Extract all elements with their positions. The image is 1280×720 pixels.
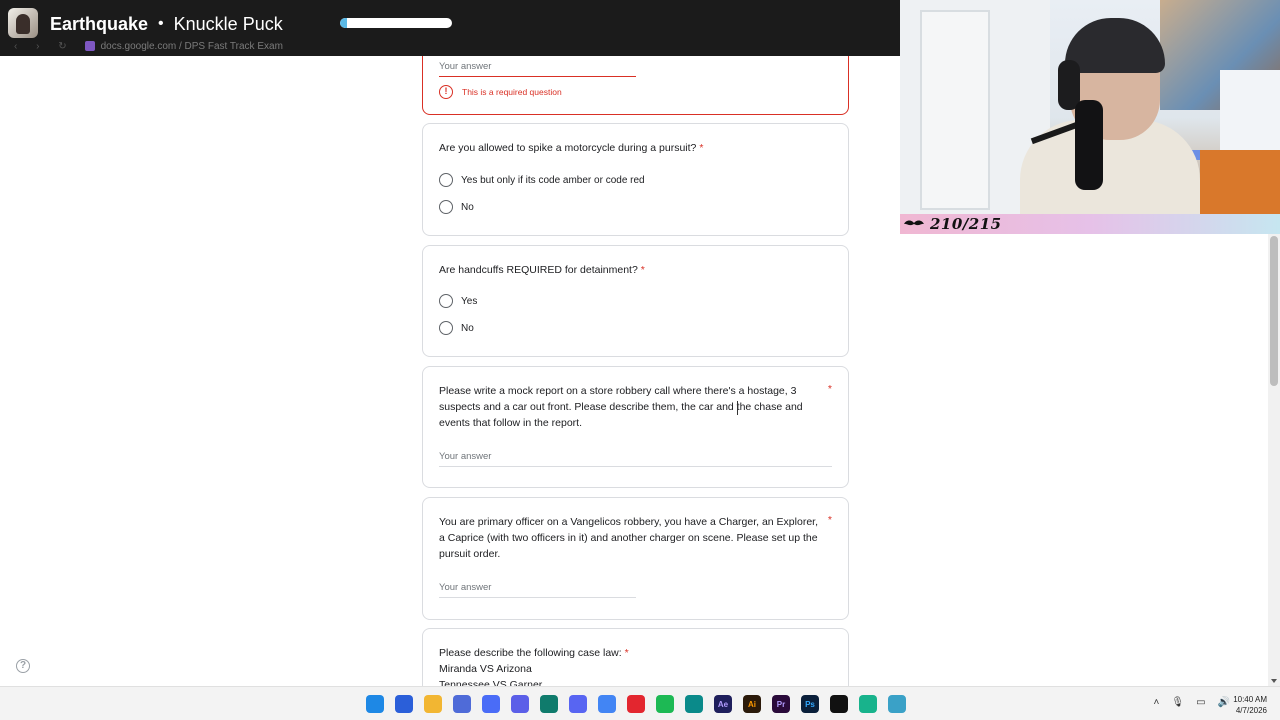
required-error: ! This is a required question — [439, 85, 562, 99]
network-icon[interactable]: ▭ — [1196, 697, 1205, 708]
browser-2-icon[interactable] — [888, 695, 906, 713]
song-progress-fill — [340, 18, 347, 28]
photoshop-icon[interactable]: Ps — [801, 695, 819, 713]
radio-button[interactable] — [439, 200, 453, 214]
question-card-pursuit: You are primary officer on a Vangelicos … — [422, 497, 849, 620]
goal-counter-text: 210/215 — [930, 215, 1002, 233]
nav-controls-icon[interactable]: ‹ › ↻ — [14, 41, 75, 52]
required-error-text: This is a required question — [462, 87, 562, 97]
previous-question-card: Your answer ! This is a required questio… — [422, 46, 849, 115]
radio-option[interactable]: No — [439, 321, 474, 335]
spotify-icon[interactable] — [656, 695, 674, 713]
clock-date: 4/7/2026 — [1235, 706, 1267, 715]
now-playing-text: Earthquake • Knuckle Puck — [50, 12, 283, 36]
chevron-up-icon[interactable]: ˄ — [1154, 697, 1160, 708]
now-playing-overlay: Earthquake • Knuckle Puck ‹ › ↻ docs.goo… — [0, 0, 900, 56]
premiere-icon[interactable]: Pr — [772, 695, 790, 713]
required-asterisk: * — [827, 514, 832, 526]
clock[interactable]: 10:40 AM 4/7/2026 — [1233, 694, 1267, 716]
after-effects-icon[interactable]: Ae — [714, 695, 732, 713]
report-answer-input[interactable]: Your answer — [439, 449, 832, 467]
app-4-icon[interactable] — [540, 695, 558, 713]
windows-taskbar: Ae Ai Pr Ps ˄ 🎙 ▭ 🔊 10:40 AM 4/7/2026 — [0, 686, 1280, 720]
browser-address-bar[interactable]: ‹ › ↻ docs.google.com / DPS Fast Track E… — [0, 36, 900, 56]
system-tray: ˄ 🎙 ▭ 🔊 — [1154, 697, 1230, 708]
separator-dot: • — [158, 15, 164, 32]
app-1-icon[interactable] — [453, 695, 471, 713]
app-3-icon[interactable] — [511, 695, 529, 713]
volume-icon[interactable]: 🔊 — [1218, 697, 1230, 708]
radio-option[interactable]: No — [439, 200, 474, 214]
file-explorer-icon[interactable] — [424, 695, 442, 713]
question-title: Are you allowed to spike a motorcycle du… — [439, 142, 704, 154]
question-card-report: Please write a mock report on a store ro… — [422, 366, 849, 488]
song-progress-bar — [340, 18, 452, 28]
goal-counter-bar: 210/215 — [900, 214, 1280, 234]
taskbar-icons: Ae Ai Pr Ps — [366, 695, 906, 713]
clock-time: 10:40 AM — [1233, 695, 1267, 704]
previous-answer-input[interactable]: Your answer — [439, 59, 636, 77]
illustrator-icon[interactable]: Ai — [743, 695, 761, 713]
forms-favicon-icon — [84, 41, 95, 51]
app-5-icon[interactable] — [627, 695, 645, 713]
discord-icon[interactable] — [569, 695, 587, 713]
windows-start-icon[interactable] — [366, 695, 384, 713]
radio-button[interactable] — [439, 294, 453, 308]
radio-button[interactable] — [439, 321, 453, 335]
album-art — [8, 8, 38, 38]
radio-option[interactable]: Yes but only if its code amber or code r… — [439, 173, 645, 187]
question-title: Are handcuffs REQUIRED for detainment? * — [439, 264, 645, 276]
question-title: You are primary officer on a Vangelicos … — [439, 516, 818, 560]
text-cursor — [737, 401, 738, 415]
capcut-icon[interactable] — [830, 695, 848, 713]
microphone-icon[interactable]: 🎙 — [1171, 697, 1184, 708]
mustache-icon — [904, 220, 924, 226]
webcam-feed — [900, 0, 1280, 214]
app-6-icon[interactable] — [685, 695, 703, 713]
scrollbar-thumb[interactable] — [1270, 236, 1278, 386]
error-icon: ! — [439, 85, 453, 99]
pursuit-answer-input[interactable]: Your answer — [439, 580, 636, 598]
radio-button[interactable] — [439, 173, 453, 187]
chrome-icon[interactable] — [598, 695, 616, 713]
help-icon[interactable]: ? — [16, 659, 30, 673]
question-title: Please write a mock report on a store ro… — [439, 385, 803, 429]
question-card-handcuffs: Are handcuffs REQUIRED for detainment? *… — [422, 245, 849, 357]
store-icon[interactable] — [395, 695, 413, 713]
question-card-motorcycle: Are you allowed to spike a motorcycle du… — [422, 123, 849, 236]
url-text: docs.google.com / DPS Fast Track Exam — [100, 40, 283, 52]
scroll-down-arrow-icon[interactable] — [1271, 679, 1277, 683]
required-asterisk: * — [827, 383, 832, 395]
song-title: Earthquake — [50, 13, 149, 34]
radio-option[interactable]: Yes — [439, 294, 477, 308]
caselaw-line-1: Miranda VS Arizona — [439, 663, 532, 675]
app-2-icon[interactable] — [482, 695, 500, 713]
audio-app-icon[interactable] — [859, 695, 877, 713]
song-artist: Knuckle Puck — [173, 13, 283, 34]
